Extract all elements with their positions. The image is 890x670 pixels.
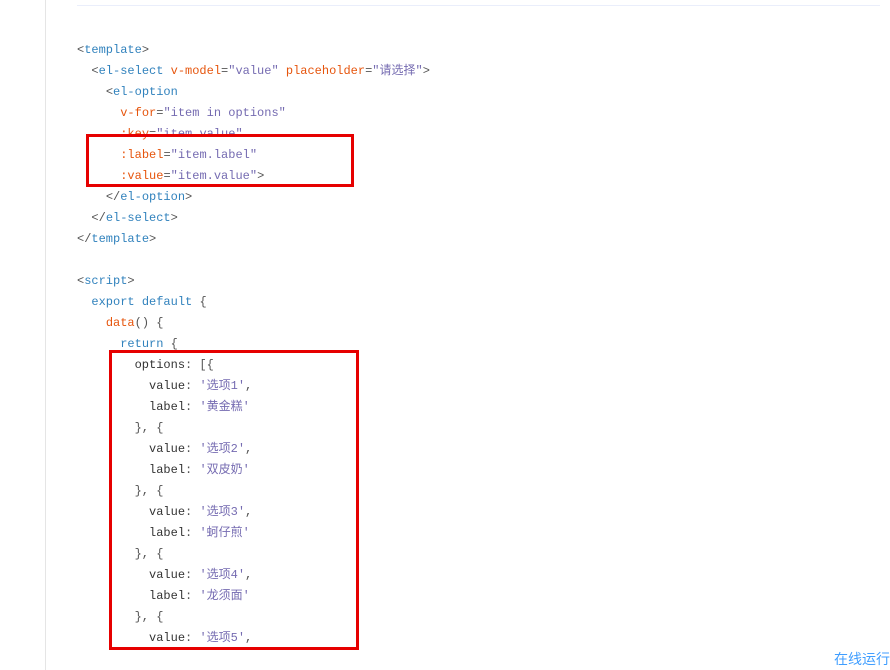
code-line: :label="item.label": [77, 145, 880, 166]
code-line: </template>: [77, 229, 880, 250]
code-line: :key="item.value": [77, 124, 880, 145]
code-line: value: '选项4',: [77, 565, 880, 586]
code-line: }, {: [77, 544, 880, 565]
code-line: v-for="item in options": [77, 103, 880, 124]
code-line: <script>: [77, 271, 880, 292]
code-line: </el-option>: [77, 187, 880, 208]
run-online-link[interactable]: 在线运行: [834, 648, 890, 670]
code-line: }, {: [77, 607, 880, 628]
code-line: data() {: [77, 313, 880, 334]
code-line: label: '蚵仔煎': [77, 523, 880, 544]
code-line: value: '选项1',: [77, 376, 880, 397]
code-line: :value="item.value">: [77, 166, 880, 187]
code-line: return {: [77, 334, 880, 355]
code-line: value: '选项2',: [77, 439, 880, 460]
code-line: value: '选项5',: [77, 628, 880, 649]
code-line: [77, 250, 880, 271]
code-block: <template> <el-select v-model="value" pl…: [77, 40, 880, 649]
code-line: <el-select v-model="value" placeholder="…: [77, 61, 880, 82]
code-line: export default {: [77, 292, 880, 313]
top-divider: [77, 5, 880, 6]
vertical-divider: [45, 0, 46, 670]
code-line: }, {: [77, 418, 880, 439]
code-line: <template>: [77, 40, 880, 61]
code-line: <el-option: [77, 82, 880, 103]
code-line: label: '黄金糕': [77, 397, 880, 418]
code-line: }, {: [77, 481, 880, 502]
code-line: label: '双皮奶': [77, 460, 880, 481]
code-line: </el-select>: [77, 208, 880, 229]
code-line: label: '龙须面': [77, 586, 880, 607]
code-line: options: [{: [77, 355, 880, 376]
code-line: value: '选项3',: [77, 502, 880, 523]
